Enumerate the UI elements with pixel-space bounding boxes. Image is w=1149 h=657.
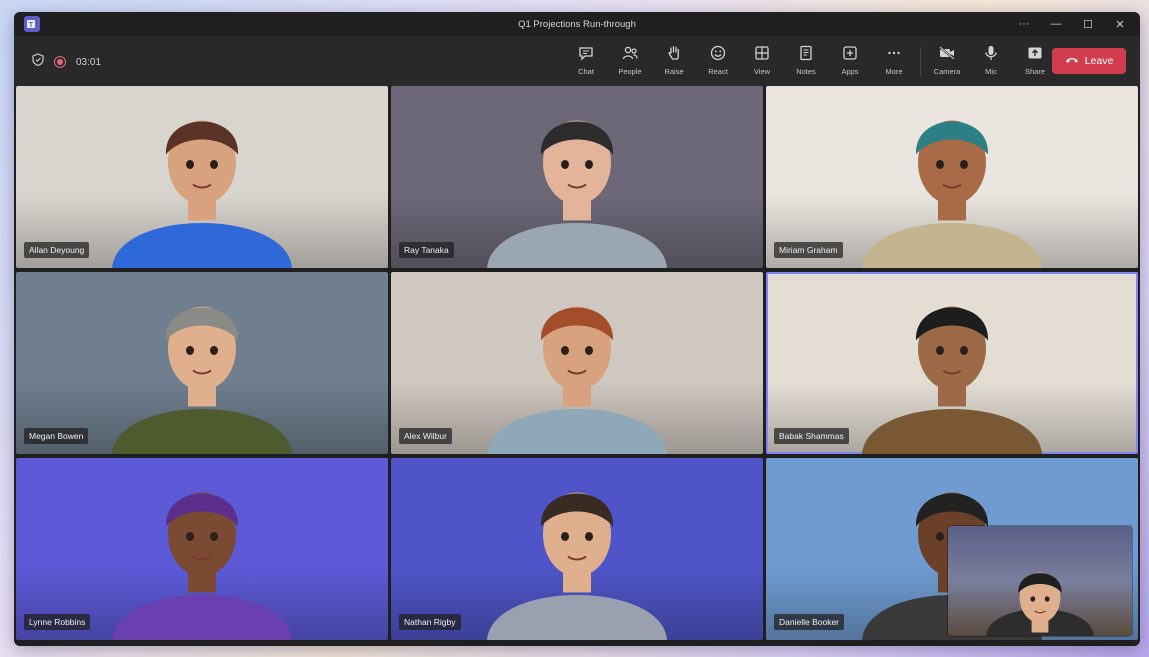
participant-avatar bbox=[852, 86, 1052, 268]
tool-label: React bbox=[708, 67, 728, 76]
chat-button[interactable]: Chat bbox=[564, 42, 608, 82]
tool-label: Mic bbox=[985, 67, 997, 76]
svg-text:T: T bbox=[29, 22, 34, 29]
notes-button[interactable]: Notes bbox=[784, 42, 828, 82]
avatar-figure bbox=[112, 120, 292, 268]
participant-name-label: Allan Deyoung bbox=[24, 242, 90, 258]
participant-video-tile[interactable]: Allan Deyoung bbox=[16, 86, 388, 268]
shield-icon bbox=[32, 53, 44, 71]
participant-video-tile[interactable]: Miriam Graham bbox=[766, 86, 1138, 268]
participant-avatar bbox=[102, 86, 302, 268]
tool-label: Raise bbox=[664, 67, 684, 76]
react-icon bbox=[710, 45, 726, 61]
participant-avatar bbox=[852, 272, 1052, 454]
avatar-figure bbox=[112, 492, 292, 640]
leave-button[interactable]: Leave bbox=[1052, 48, 1126, 74]
self-view-preview[interactable] bbox=[948, 526, 1132, 636]
tool-label: Camera bbox=[933, 67, 961, 76]
people-button[interactable]: People bbox=[608, 42, 652, 82]
avatar-figure bbox=[487, 306, 667, 454]
meeting-status: 03:01 bbox=[32, 53, 101, 71]
toolbar-divider bbox=[920, 47, 921, 77]
notes-icon bbox=[800, 45, 812, 61]
participant-video-tile[interactable]: Ray Tanaka bbox=[391, 86, 763, 268]
view-icon bbox=[755, 46, 769, 60]
participant-avatar bbox=[477, 272, 677, 454]
mic-icon bbox=[985, 46, 997, 60]
participant-avatar bbox=[477, 458, 677, 640]
title-bar: T Q1 Projections Run-through ··· — ☐ ✕ bbox=[14, 12, 1140, 36]
tool-label: View bbox=[753, 67, 771, 76]
avatar-figure bbox=[986, 572, 1094, 636]
tool-label: Notes bbox=[796, 67, 816, 76]
close-icon[interactable]: ✕ bbox=[1104, 12, 1136, 36]
more-icon bbox=[888, 51, 900, 55]
participant-avatar bbox=[102, 272, 302, 454]
share-button[interactable]: Share bbox=[1013, 42, 1057, 82]
participant-name-label: Nathan Rigby bbox=[399, 614, 461, 630]
view-button[interactable]: View bbox=[740, 42, 784, 82]
avatar-figure bbox=[487, 120, 667, 268]
leave-label: Leave bbox=[1084, 55, 1114, 67]
raise-hand-icon bbox=[668, 46, 679, 60]
apps-button[interactable]: Apps bbox=[828, 42, 872, 82]
maximize-icon[interactable]: ☐ bbox=[1072, 12, 1104, 36]
chat-icon bbox=[579, 47, 593, 61]
participant-video-tile[interactable]: Danielle Booker bbox=[766, 458, 1138, 640]
avatar-figure bbox=[862, 120, 1042, 268]
participant-name-label: Megan Bowen bbox=[24, 428, 89, 444]
avatar-figure bbox=[487, 492, 667, 640]
recording-icon bbox=[54, 56, 66, 68]
more-button[interactable]: More bbox=[872, 42, 916, 82]
participant-avatar bbox=[477, 86, 677, 268]
participant-name-label: Ray Tanaka bbox=[399, 242, 454, 258]
teams-meeting-window: T Q1 Projections Run-through ··· — ☐ ✕ 0… bbox=[14, 12, 1140, 646]
participant-name-label: Lynne Robbins bbox=[24, 614, 91, 630]
participant-name-label: Danielle Booker bbox=[774, 614, 845, 630]
camera-off-icon bbox=[939, 46, 955, 60]
tool-label: People bbox=[618, 67, 642, 76]
minimize-icon[interactable]: — bbox=[1040, 12, 1072, 36]
participant-name-label: Miriam Graham bbox=[774, 242, 843, 258]
apps-icon bbox=[843, 46, 857, 60]
tool-label: Share bbox=[1024, 67, 1045, 76]
people-icon bbox=[622, 46, 638, 60]
participant-video-tile[interactable]: Babak Shammas bbox=[766, 272, 1138, 454]
participant-video-tile[interactable]: Lynne Robbins bbox=[16, 458, 388, 640]
participant-avatar bbox=[102, 458, 302, 640]
tool-label: More bbox=[885, 67, 903, 76]
participant-video-tile[interactable]: Alex Wilbur bbox=[391, 272, 763, 454]
hang-up-icon bbox=[1065, 55, 1079, 67]
react-button[interactable]: React bbox=[696, 42, 740, 82]
tool-label: Apps bbox=[841, 67, 859, 76]
share-icon bbox=[1028, 47, 1042, 59]
participant-name-label: Babak Shammas bbox=[774, 428, 849, 444]
avatar-figure bbox=[112, 306, 292, 454]
participant-video-tile[interactable]: Nathan Rigby bbox=[391, 458, 763, 640]
mic-button[interactable]: Mic bbox=[969, 42, 1013, 82]
window-title: Q1 Projections Run-through bbox=[518, 18, 636, 30]
more-options-icon[interactable]: ··· bbox=[1008, 12, 1040, 36]
participant-video-tile[interactable]: Megan Bowen bbox=[16, 272, 388, 454]
raise-hand-button[interactable]: Raise bbox=[652, 42, 696, 82]
teams-logo-icon: T bbox=[24, 16, 40, 32]
camera-off-button[interactable]: Camera bbox=[925, 42, 969, 82]
participant-name-label: Alex Wilbur bbox=[399, 428, 452, 444]
tool-label: Chat bbox=[578, 67, 594, 76]
avatar-figure bbox=[862, 306, 1042, 454]
meeting-toolbar: 03:01 Chat People Raise React View Notes Apps M… bbox=[14, 36, 1140, 86]
video-grid: Allan Deyoung Ray Tanaka Miriam Graham Mega… bbox=[16, 86, 1138, 642]
meeting-timer: 03:01 bbox=[76, 56, 102, 68]
